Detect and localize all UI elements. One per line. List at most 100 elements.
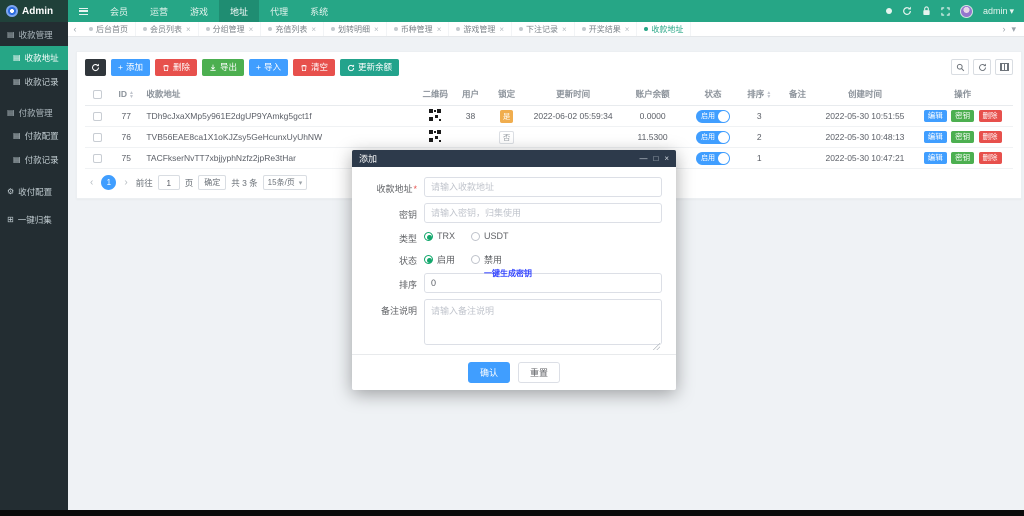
select-all-checkbox[interactable] [92,90,102,100]
refresh-icon[interactable] [902,6,912,16]
lock-icon[interactable] [922,6,931,16]
cell-id: 75 [109,147,144,169]
sidebar-item-payment-records[interactable]: ▤ 付款记录 [0,148,68,172]
cell-address: TVB56EAE8ca1X1oKJZsy5GeHcunxUyUhNW [143,126,418,148]
sidebar-item-payment-config[interactable]: ▤ 付款配置 [0,124,68,148]
tab-coin-manage[interactable]: 币种管理 × [387,22,450,36]
tab-draw-results[interactable]: 开奖结果 × [575,22,638,36]
type-radio-usdt[interactable]: USDT [471,231,509,241]
tab-collection-address[interactable]: 收款地址 [637,22,692,36]
close-icon[interactable]: × [664,154,669,163]
status-toggle[interactable]: 启用 [695,151,730,165]
update-balance-button[interactable]: 更新余额 [340,59,400,76]
tab-group-manage[interactable]: 分组管理 × [199,22,262,36]
nav-item-system[interactable]: 系统 [299,0,339,22]
close-icon[interactable]: × [186,25,191,34]
close-icon[interactable]: × [499,25,504,34]
key-button[interactable]: 密钥 [951,110,975,122]
tabs-scroll-right[interactable]: › [1002,24,1005,34]
user-menu[interactable]: admin ▾ [983,6,1014,17]
sidebar-item-one-key-collect[interactable]: ⊞ 一键归集 [0,206,68,234]
refresh-button[interactable] [85,59,106,76]
per-page-select[interactable]: 15条/页 ▾ [262,175,308,190]
avatar[interactable] [959,4,973,18]
maximize-icon[interactable]: □ [653,154,658,163]
tab-recharge-list[interactable]: 充值列表 × [261,22,325,36]
delete-row-button[interactable]: 删除 [978,131,1002,143]
fullscreen-icon[interactable] [941,6,950,16]
tab-member-list[interactable]: 会员列表 × [136,22,199,36]
status-toggle[interactable]: 启用 [695,130,730,144]
row-checkbox[interactable] [92,133,102,143]
minimize-icon[interactable]: — [639,154,647,163]
delete-button[interactable]: 删除 [154,59,197,76]
remark-textarea[interactable] [424,299,662,345]
brand[interactable]: Admin [0,0,68,22]
notification-dot-icon[interactable] [885,8,892,14]
sidebar-group-collection[interactable]: ▤ 收款管理 [0,22,68,46]
page-number[interactable]: 1 [101,175,117,190]
tabs-scroll-left[interactable]: ‹ [68,24,82,34]
sidebar-item-payment-settings[interactable]: ⚙ 收付配置 [0,178,68,206]
confirm-button[interactable]: 确认 [467,362,510,383]
edit-button[interactable]: 编辑 [923,131,947,143]
tab-dashboard[interactable]: 后台首页 [82,22,136,36]
sidebar-item-collection-records[interactable]: ▤ 收款记录 [0,70,68,94]
qr-code-icon[interactable] [429,130,442,142]
close-icon[interactable]: × [562,25,567,34]
tab-game-manage[interactable]: 游戏管理 × [449,22,513,36]
qr-code-icon[interactable] [429,109,442,121]
plus-icon: + [118,62,123,73]
key-button[interactable]: 密钥 [951,131,975,143]
resize-grip-icon[interactable] [653,343,660,350]
nav-item-members[interactable]: 会员 [99,0,139,22]
edit-button[interactable]: 编辑 [923,110,947,122]
modal-header[interactable]: 添加 — □ × [352,150,676,167]
add-button[interactable]: + 添加 [111,59,150,76]
key-button[interactable]: 密钥 [951,152,975,164]
columns-icon[interactable] [995,59,1013,75]
sidebar-item-collection-address[interactable]: ▤ 收款地址 [0,46,68,70]
sort-input[interactable] [424,273,662,293]
close-icon[interactable]: × [625,25,630,34]
col-sort[interactable]: 排序 ▲ ▼ [741,83,778,106]
sidebar-group-payment[interactable]: ▤ 付款管理 [0,100,68,124]
delete-row-button[interactable]: 删除 [978,110,1002,122]
col-id[interactable]: ID ▲ ▼ [109,83,144,106]
export-button[interactable]: 导出 [202,59,245,76]
row-checkbox[interactable] [92,154,102,164]
tabs-menu-caret-icon[interactable]: ▾ [1011,24,1016,35]
topbar: Admin 会员 运营 游戏 地址 代理 系统 admin ▾ [0,0,1024,22]
close-icon[interactable]: × [249,25,254,34]
nav-item-games[interactable]: 游戏 [179,0,219,22]
next-page-button[interactable]: › [121,177,130,188]
status-radio-enable[interactable]: 启用 [424,253,455,266]
nav-menu-toggle[interactable] [68,0,99,22]
close-icon[interactable]: × [437,25,442,34]
tab-transfer-detail[interactable]: 划转明细 × [324,22,387,36]
nav-item-agents[interactable]: 代理 [259,0,299,22]
close-icon[interactable]: × [374,25,379,34]
edit-button[interactable]: 编辑 [923,152,947,164]
status-radio-disable[interactable]: 禁用 [471,253,502,266]
close-icon[interactable]: × [311,25,316,34]
goto-page-input[interactable] [157,175,180,190]
secret-key-input[interactable] [424,203,662,223]
goto-confirm-button[interactable]: 确定 [198,175,227,190]
clear-button[interactable]: 清空 [293,59,336,76]
prev-page-button[interactable]: ‹ [87,177,96,188]
search-icon[interactable] [951,59,969,75]
tab-bet-records[interactable]: 下注记录 × [512,22,575,36]
row-checkbox[interactable] [92,112,102,122]
gear-icon: ⚙ [7,187,15,196]
status-toggle[interactable]: 启用 [695,109,730,123]
reload-table-icon[interactable] [973,59,991,75]
nav-item-operations[interactable]: 运营 [139,0,179,22]
delete-row-button[interactable]: 删除 [978,152,1002,164]
address-input[interactable] [424,177,662,197]
generate-key-link[interactable]: 一键生成密钥 [484,268,532,279]
reset-button[interactable]: 重置 [518,362,561,383]
nav-item-address[interactable]: 地址 [219,0,260,22]
type-radio-trx[interactable]: TRX [424,231,455,241]
import-button[interactable]: + 导入 [249,59,288,76]
